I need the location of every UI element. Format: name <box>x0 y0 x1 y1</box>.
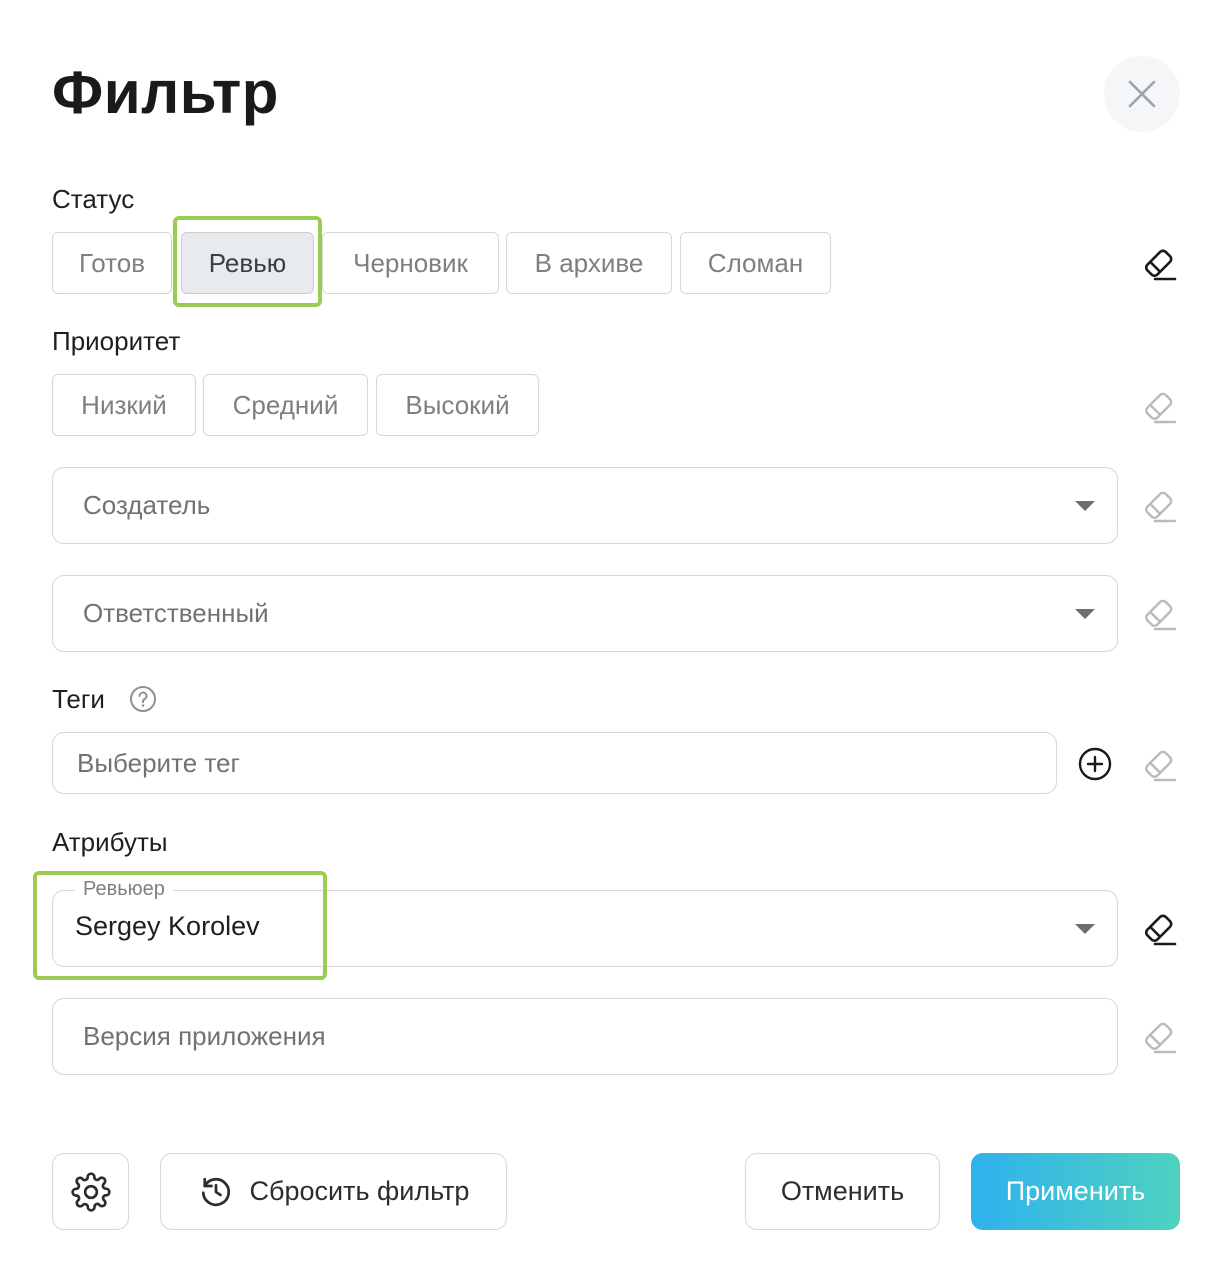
priority-label: Приоритет <box>52 326 181 356</box>
eraser-icon <box>1145 392 1177 424</box>
apply-label: Применить <box>1005 1176 1146 1206</box>
eraser-icon <box>1145 599 1177 631</box>
tag-input[interactable]: Выберите тег <box>52 732 1057 794</box>
history-icon <box>201 1177 230 1206</box>
status-chip-ready[interactable]: Готов <box>52 232 172 294</box>
eraser-icon <box>1145 750 1177 782</box>
priority-chip-medium[interactable]: Средний <box>203 374 368 436</box>
dialog-title: Фильтр <box>52 59 279 126</box>
creator-clear-button[interactable] <box>1138 486 1178 526</box>
status-chip-draft[interactable]: Черновик <box>322 232 499 294</box>
cancel-button[interactable]: Отменить <box>745 1153 940 1230</box>
reset-filter-button[interactable]: Сбросить фильтр <box>160 1153 507 1230</box>
tags-clear-button[interactable] <box>1138 745 1178 785</box>
status-label: Статус <box>52 184 135 214</box>
help-circle-icon[interactable] <box>129 685 157 713</box>
app-version-placeholder: Версия приложения <box>83 1021 326 1051</box>
eraser-icon <box>1145 491 1177 523</box>
assignee-select[interactable]: Ответственный <box>52 575 1118 652</box>
eraser-icon <box>1145 1022 1177 1054</box>
settings-button[interactable] <box>52 1153 129 1230</box>
reviewer-value: Sergey Korolev <box>75 911 260 941</box>
priority-chip-low[interactable]: Низкий <box>52 374 196 436</box>
assignee-placeholder: Ответственный <box>83 598 269 628</box>
eraser-icon <box>1144 249 1177 281</box>
creator-placeholder: Создатель <box>83 490 211 520</box>
add-tag-button[interactable] <box>1078 747 1112 781</box>
plus-circle-icon <box>1078 747 1112 781</box>
tags-label: Теги <box>52 684 105 714</box>
reviewer-select[interactable]: Ревьюер Sergey Korolev <box>52 878 1118 967</box>
status-clear-button[interactable] <box>1138 244 1178 284</box>
status-chip-archived[interactable]: В архиве <box>506 232 672 294</box>
status-chip-review[interactable]: Ревью <box>181 232 314 294</box>
chevron-down-icon <box>1075 923 1095 934</box>
status-chip-broken[interactable]: Сломан <box>680 232 831 294</box>
priority-clear-button[interactable] <box>1138 387 1178 427</box>
gear-icon <box>70 1171 111 1212</box>
tag-input-placeholder: Выберите тег <box>77 747 240 778</box>
assignee-clear-button[interactable] <box>1138 594 1178 634</box>
eraser-icon <box>1144 914 1177 946</box>
priority-chip-high[interactable]: Высокий <box>376 374 539 436</box>
app-version-input[interactable]: Версия приложения <box>52 998 1118 1075</box>
creator-select[interactable]: Создатель <box>52 467 1118 544</box>
apply-button[interactable]: Применить <box>971 1153 1180 1230</box>
reset-filter-label: Сбросить фильтр <box>249 1176 470 1206</box>
chevron-down-icon <box>1075 608 1095 619</box>
reviewer-field-label: Ревьюер <box>75 878 173 901</box>
cancel-label: Отменить <box>780 1176 905 1206</box>
app-version-clear-button[interactable] <box>1138 1017 1178 1057</box>
reviewer-clear-button[interactable] <box>1138 909 1178 949</box>
attributes-label: Атрибуты <box>52 827 168 857</box>
chevron-down-icon <box>1075 500 1095 511</box>
close-button[interactable] <box>1104 56 1180 132</box>
close-icon <box>1128 80 1156 108</box>
